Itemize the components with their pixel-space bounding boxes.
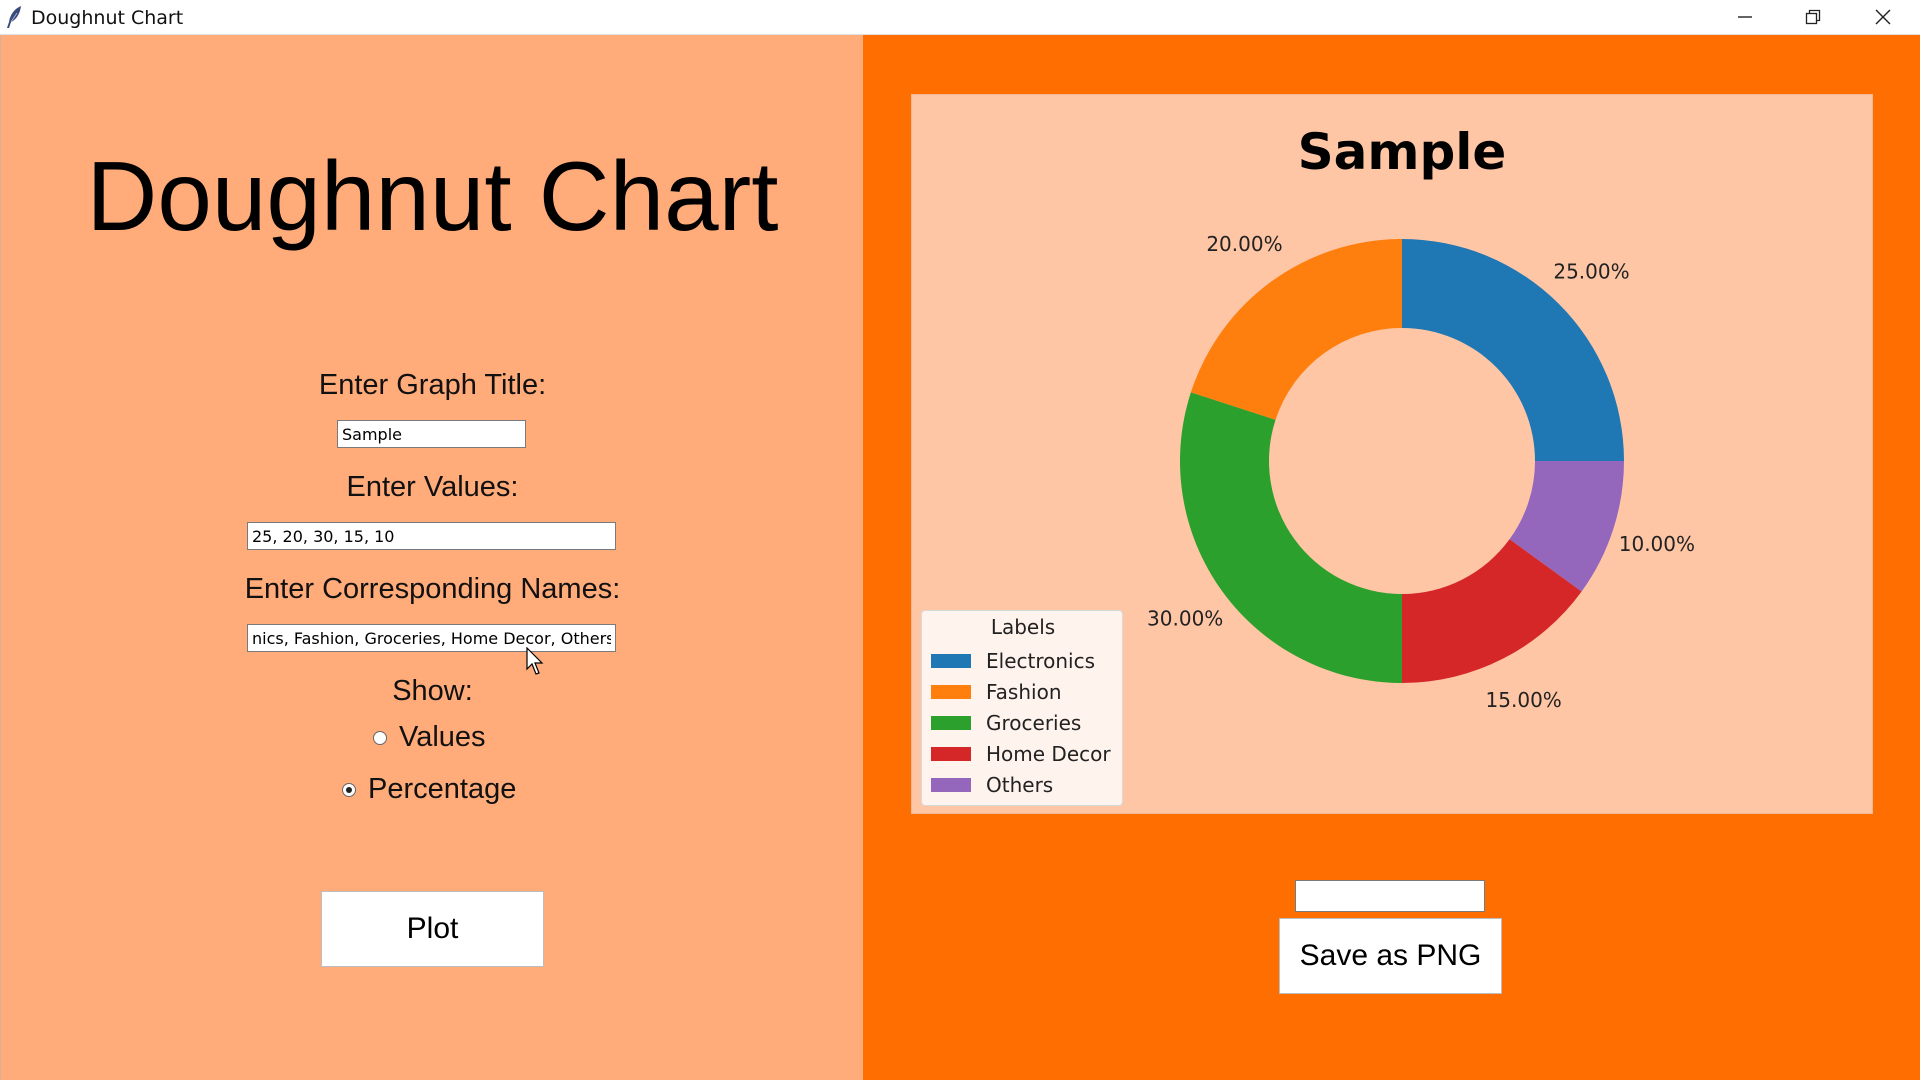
chart-legend: Labels Electronics Fashion Groceries Home D… bbox=[921, 610, 1123, 806]
app-heading: Doughnut Chart bbox=[86, 141, 779, 251]
minimize-button[interactable] bbox=[1710, 0, 1780, 34]
legend-label: Others bbox=[986, 773, 1054, 797]
mouse-cursor-icon bbox=[526, 647, 544, 675]
window-title: Doughnut Chart bbox=[31, 7, 184, 29]
percent-label-others: 10.00% bbox=[1619, 532, 1695, 556]
input-panel: Doughnut Chart Enter Graph Title: Enter … bbox=[0, 35, 863, 1080]
legend-item-fashion: Fashion bbox=[931, 680, 1062, 704]
legend-swatch bbox=[931, 685, 971, 699]
slice-groceries bbox=[1180, 392, 1402, 683]
graph-title-label: Enter Graph Title: bbox=[318, 369, 547, 401]
filename-input[interactable] bbox=[1295, 880, 1485, 912]
radio-percentage-label: Percentage bbox=[368, 773, 517, 805]
radio-values[interactable]: Values bbox=[373, 721, 486, 754]
radio-percentage[interactable]: Percentage bbox=[342, 773, 516, 806]
restore-icon bbox=[1805, 9, 1821, 25]
window-titlebar: Doughnut Chart bbox=[0, 0, 1920, 35]
chart-canvas: Sample 25.00% 20.00% 30.00% 15.00% 10.00% La… bbox=[911, 94, 1873, 814]
show-label: Show: bbox=[392, 675, 473, 707]
plot-button[interactable]: Plot bbox=[321, 891, 544, 967]
restore-button[interactable] bbox=[1778, 0, 1848, 34]
legend-title: Labels bbox=[990, 615, 1056, 639]
slice-fashion bbox=[1190, 239, 1402, 420]
minimize-icon bbox=[1738, 16, 1752, 18]
legend-item-others: Others bbox=[931, 773, 1053, 797]
legend-label: Home Decor bbox=[986, 742, 1111, 766]
radio-values-indicator[interactable] bbox=[373, 730, 387, 745]
radio-values-label: Values bbox=[399, 721, 486, 753]
legend-swatch bbox=[931, 654, 971, 668]
percent-label-fashion: 20.00% bbox=[1206, 232, 1282, 256]
legend-label: Groceries bbox=[986, 711, 1082, 735]
save-png-button[interactable]: Save as PNG bbox=[1279, 918, 1502, 994]
values-input[interactable] bbox=[247, 522, 616, 550]
legend-swatch bbox=[931, 747, 971, 761]
close-button[interactable] bbox=[1848, 0, 1918, 34]
values-label: Enter Values: bbox=[346, 471, 519, 503]
percent-label-home-decor: 15.00% bbox=[1486, 688, 1562, 712]
legend-item-groceries: Groceries bbox=[931, 711, 1081, 735]
percent-label-electronics: 25.00% bbox=[1553, 259, 1629, 283]
legend-item-home-decor: Home Decor bbox=[931, 742, 1111, 766]
close-icon bbox=[1875, 9, 1891, 25]
graph-title-input[interactable] bbox=[337, 420, 526, 448]
legend-item-electronics: Electronics bbox=[931, 649, 1095, 673]
names-input[interactable] bbox=[247, 624, 616, 652]
percent-label-groceries: 30.00% bbox=[1147, 607, 1223, 631]
chart-title: Sample bbox=[1298, 123, 1507, 181]
legend-swatch bbox=[931, 716, 971, 730]
legend-swatch bbox=[931, 778, 971, 792]
radio-percentage-indicator[interactable] bbox=[342, 782, 356, 797]
legend-label: Electronics bbox=[986, 649, 1096, 673]
legend-label: Fashion bbox=[986, 680, 1062, 704]
chart-panel: Sample 25.00% 20.00% 30.00% 15.00% 10.00% La… bbox=[863, 35, 1920, 1080]
names-label: Enter Corresponding Names: bbox=[244, 573, 621, 605]
feather-icon bbox=[7, 6, 21, 28]
